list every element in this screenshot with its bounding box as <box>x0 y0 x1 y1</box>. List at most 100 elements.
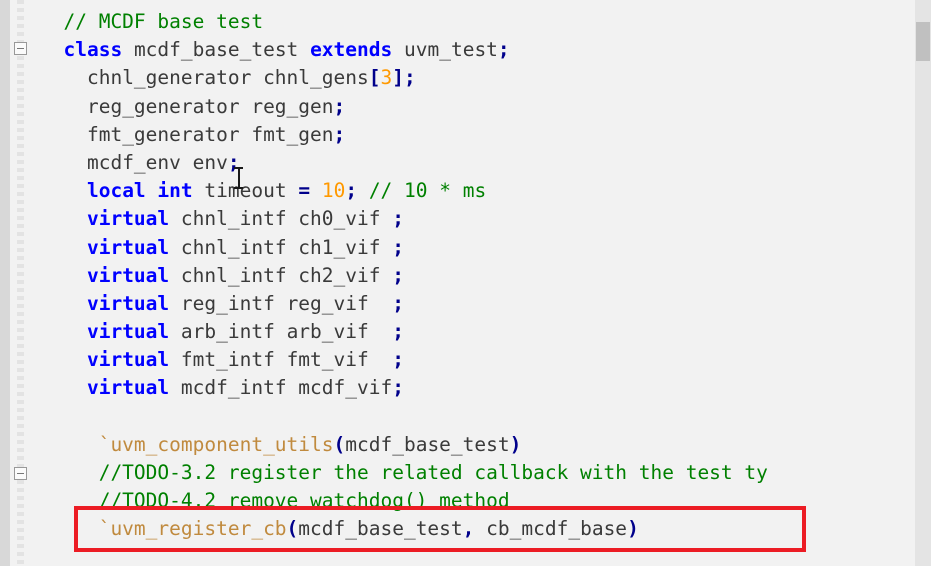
code-token-num: 10 <box>321 179 346 203</box>
code-line[interactable]: virtual mcdf_intf mcdf_vif; <box>40 374 768 402</box>
scrollbar-gap <box>900 0 915 566</box>
code-token-pun: ; <box>345 179 358 203</box>
code-token-pun: ; <box>392 263 404 287</box>
code-token-pun: ; <box>392 320 404 344</box>
code-line[interactable]: // MCDF base test <box>40 8 768 36</box>
code-token-kw: virtual <box>86 207 170 231</box>
code-token-cmt: //TODO-4.2 remove watchdog() method <box>98 489 510 513</box>
fold-marker-block[interactable] <box>14 467 27 480</box>
code-line[interactable] <box>40 403 768 431</box>
editor-fold-gutter[interactable] <box>10 0 40 566</box>
code-token-pun: ; <box>392 376 404 400</box>
code-token-id: fmt_generator fmt_gen <box>86 122 334 146</box>
code-token-kw: int <box>157 179 193 203</box>
code-line[interactable]: `uvm_register_cb(mcdf_base_test, cb_mcdf… <box>40 515 768 543</box>
code-token-mac: `uvm_register_cb <box>98 517 287 541</box>
editor-left-margin-strip <box>0 0 10 566</box>
code-token-cmt: // 10 * ms <box>368 179 487 203</box>
code-token-pun: ; <box>392 207 404 231</box>
code-token-pun: ] <box>392 66 404 90</box>
code-token-kw: virtual <box>86 263 170 287</box>
code-token-pun: ( <box>333 432 346 456</box>
code-token-kw: virtual <box>86 348 170 372</box>
code-line[interactable]: virtual fmt_intf fmt_vif ; <box>40 346 768 374</box>
code-token-cmt: //TODO-3.2 register the related callback… <box>98 461 768 484</box>
code-editor-window: // MCDF base test class mcdf_base_test e… <box>0 0 931 566</box>
code-token-kw: virtual <box>86 376 170 400</box>
code-token-kw: virtual <box>86 291 170 315</box>
vertical-scrollbar-thumb[interactable] <box>916 22 930 61</box>
code-token-id: uvm_test <box>404 38 498 62</box>
code-token-kw: virtual <box>86 320 170 344</box>
code-token-kw: local <box>86 179 146 203</box>
code-line[interactable]: //TODO-4.2 remove watchdog() method <box>40 487 768 515</box>
code-line[interactable]: virtual chnl_intf ch2_vif ; <box>40 262 768 290</box>
code-token-id: reg_intf reg_vif <box>180 291 393 315</box>
code-token-kw: virtual <box>86 235 170 259</box>
code-token-pun: ; <box>227 150 240 174</box>
code-token-kw: extends <box>310 38 393 62</box>
code-token-id: fmt_intf fmt_vif <box>180 348 393 372</box>
code-token-id: chnl_intf ch2_vif <box>180 263 393 287</box>
code-token-pun: ; <box>392 348 404 372</box>
code-line[interactable]: reg_generator reg_gen; <box>40 93 768 121</box>
code-token-num: 3 <box>380 66 393 90</box>
code-text-area[interactable]: // MCDF base test class mcdf_base_test e… <box>40 0 915 566</box>
fold-marker-class[interactable] <box>14 42 27 55</box>
code-token-id: arb_intf arb_vif <box>180 320 393 344</box>
code-line[interactable]: virtual arb_intf arb_vif ; <box>40 318 768 346</box>
code-line[interactable]: mcdf_env env; <box>40 149 768 177</box>
code-line[interactable]: virtual chnl_intf ch0_vif ; <box>40 205 768 233</box>
code-token-pun: , <box>462 517 475 541</box>
code-line[interactable]: virtual reg_intf reg_vif ; <box>40 290 768 318</box>
code-token-id: reg_generator reg_gen <box>86 94 334 118</box>
code-line[interactable]: virtual chnl_intf ch1_vif ; <box>40 234 768 262</box>
code-token-pun: ( <box>286 517 299 541</box>
code-token-pun: [ <box>368 66 381 90</box>
code-token-id: mcdf_intf mcdf_vif <box>180 376 393 400</box>
code-token-pun: ) <box>509 432 522 456</box>
code-token-pun: ; <box>403 66 416 90</box>
code-token-id: timeout <box>204 179 299 203</box>
code-token-cmt: // MCDF base test <box>63 10 264 33</box>
vertical-scrollbar[interactable] <box>915 0 931 566</box>
code-token-pun: ; <box>333 122 346 146</box>
fold-rail-line <box>17 0 24 566</box>
code-line[interactable]: chnl_generator chnl_gens[3]; <box>40 64 768 92</box>
code-line[interactable]: class mcdf_base_test extends uvm_test; <box>40 36 768 64</box>
code-line[interactable]: //TODO-3.2 register the related callback… <box>40 459 768 487</box>
code-token-pun: = <box>298 179 311 203</box>
code-token-pun: ; <box>333 94 346 118</box>
code-token-id: chnl_intf ch0_vif <box>180 207 393 231</box>
code-line[interactable]: local int timeout = 10; // 10 * ms <box>40 177 768 205</box>
code-line[interactable]: `uvm_component_utils(mcdf_base_test) <box>40 431 768 459</box>
code-token-pun: ; <box>497 38 510 62</box>
code-token-id: mcdf_base_test <box>345 432 510 456</box>
code-line[interactable]: fmt_generator fmt_gen; <box>40 121 768 149</box>
